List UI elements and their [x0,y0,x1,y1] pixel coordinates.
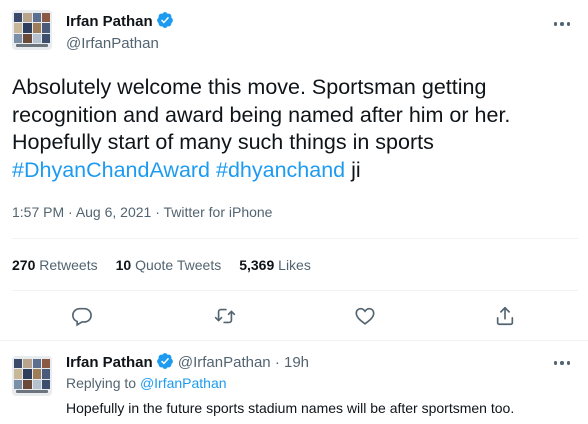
divider [12,290,578,291]
share-icon [496,306,514,326]
author-name-row[interactable]: Irfan Pathan [66,11,174,31]
retweet-button[interactable] [214,305,238,329]
divider [0,340,588,341]
reply-text: Hopefully in the future sports stadium n… [66,400,515,416]
tweet-stats: 270 Retweets 10 Quote Tweets 5,369 Likes [12,257,329,273]
reply-icon [72,307,92,327]
replying-to-handle[interactable]: @IrfanPathan [140,375,227,391]
reply-author-handle[interactable]: @IrfanPathan [178,354,271,371]
reply-author-name[interactable]: Irfan Pathan [66,354,153,371]
share-button[interactable] [494,305,518,329]
tweet-text: Absolutely welcome this move. Sportsman … [12,74,582,184]
dot-separator: · [274,354,280,371]
verified-badge-icon [156,353,173,369]
tweet-time[interactable]: 1:57 PM [12,204,64,220]
hashtag-dhyanchandaward[interactable]: #DhyanChandAward [12,158,210,182]
verified-badge-icon [156,12,173,28]
retweet-icon [214,308,236,324]
author-avatar[interactable] [12,10,52,50]
likes-stat[interactable]: 5,369 Likes [239,257,311,273]
retweets-stat[interactable]: 270 Retweets [12,257,98,273]
reply-age[interactable]: 19h [284,354,309,371]
reply-author-avatar[interactable] [12,356,52,396]
reply-header: Irfan Pathan @IrfanPathan · 19h [66,352,309,371]
tweet-source[interactable]: Twitter for iPhone [164,204,273,220]
tweet-date[interactable]: Aug 6, 2021 [76,204,152,220]
quote-tweets-stat[interactable]: 10 Quote Tweets [116,257,222,273]
author-name[interactable]: Irfan Pathan [66,13,153,30]
author-handle[interactable]: @IrfanPathan [66,35,159,52]
tweet-meta: 1:57 PM · Aug 6, 2021 · Twitter for iPho… [12,204,273,220]
replying-to-label: Replying to [66,375,137,391]
replying-to: Replying to @IrfanPathan [66,375,227,391]
like-button[interactable] [354,305,378,329]
reply-more-options-button[interactable] [549,354,575,372]
reply-button[interactable] [71,305,95,329]
hashtag-dhyanchand[interactable]: #dhyanchand [216,158,345,182]
like-icon [355,307,375,325]
tweet-body-suffix: ji [351,157,361,182]
tweet-body-text: Absolutely welcome this move. Sportsman … [12,75,511,154]
divider [12,238,578,239]
more-options-button[interactable] [549,14,575,34]
